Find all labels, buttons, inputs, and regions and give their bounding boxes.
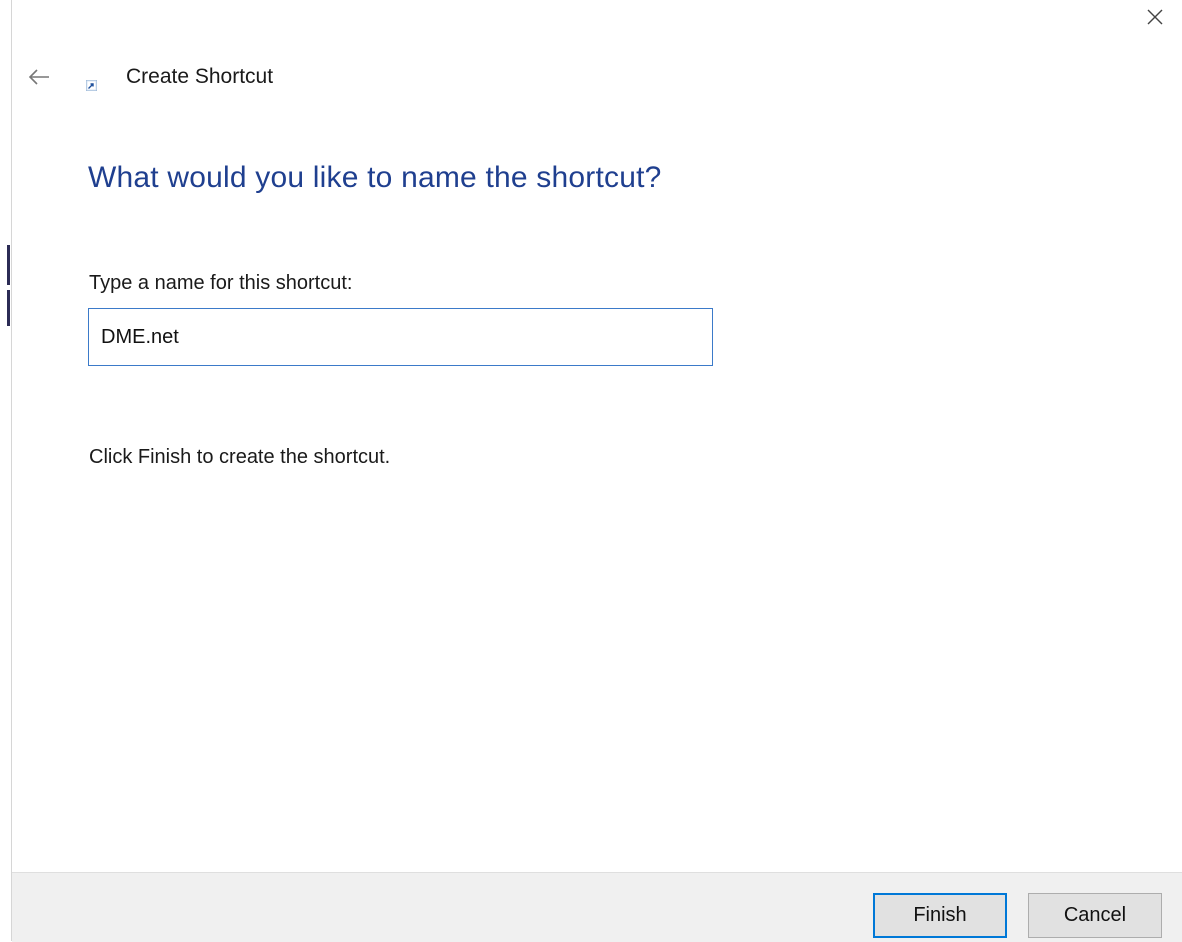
shortcut-name-input[interactable] — [88, 308, 713, 366]
edge-mark — [7, 245, 10, 285]
finish-hint-text: Click Finish to create the shortcut. — [89, 446, 391, 468]
create-shortcut-dialog: Create Shortcut What would you like to n… — [0, 0, 1182, 942]
back-button[interactable] — [24, 62, 54, 92]
dialog-title: Create Shortcut — [126, 65, 274, 88]
close-icon — [1147, 9, 1163, 25]
cancel-button[interactable]: Cancel — [1028, 893, 1162, 938]
shortcut-name-label: Type a name for this shortcut: — [89, 272, 353, 294]
edge-mark — [7, 290, 10, 326]
finish-button[interactable]: Finish — [873, 893, 1007, 938]
background-window-edge — [0, 0, 12, 941]
shortcut-icon — [86, 80, 97, 91]
close-button[interactable] — [1138, 2, 1172, 32]
back-arrow-icon — [28, 69, 49, 85]
page-heading: What would you like to name the shortcut… — [88, 161, 662, 194]
